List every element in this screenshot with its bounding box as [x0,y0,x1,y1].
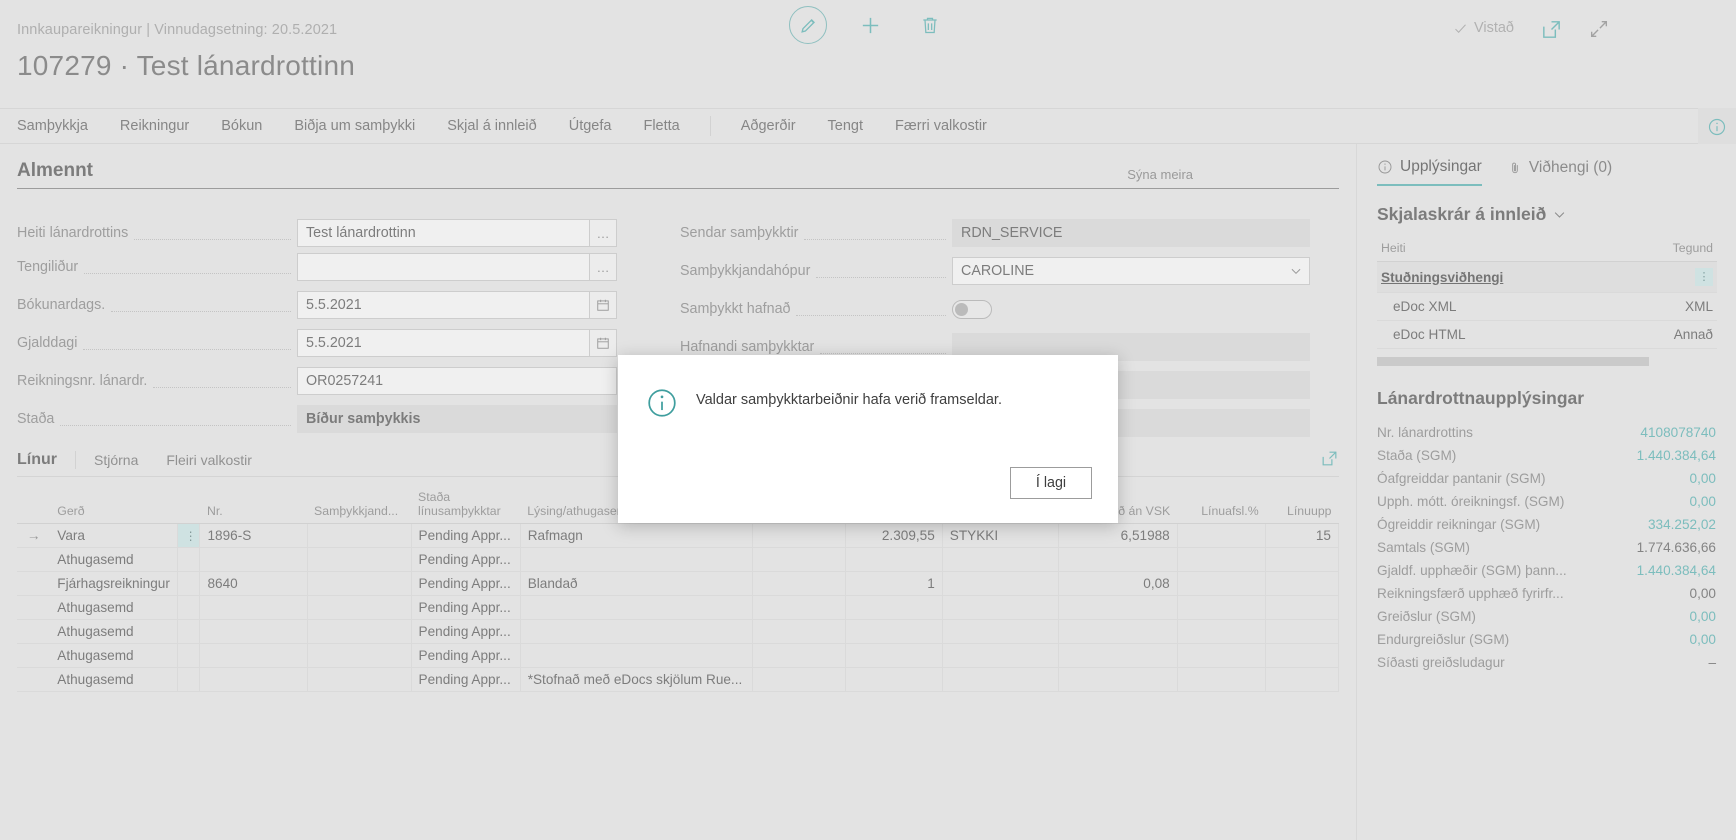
application-window: Innkaupareikningur | Vinnudagsetning: 20… [0,0,1736,840]
dialog-message-row: Valdar samþykktarbeiðnir hafa verið fram… [618,355,1118,419]
info-dialog: Valdar samþykktarbeiðnir hafa verið fram… [618,355,1118,523]
ok-button[interactable]: Í lagi [1010,467,1092,499]
dialog-message-text: Valdar samþykktarbeiðnir hafa verið fram… [696,387,1002,408]
info-icon [646,387,678,419]
